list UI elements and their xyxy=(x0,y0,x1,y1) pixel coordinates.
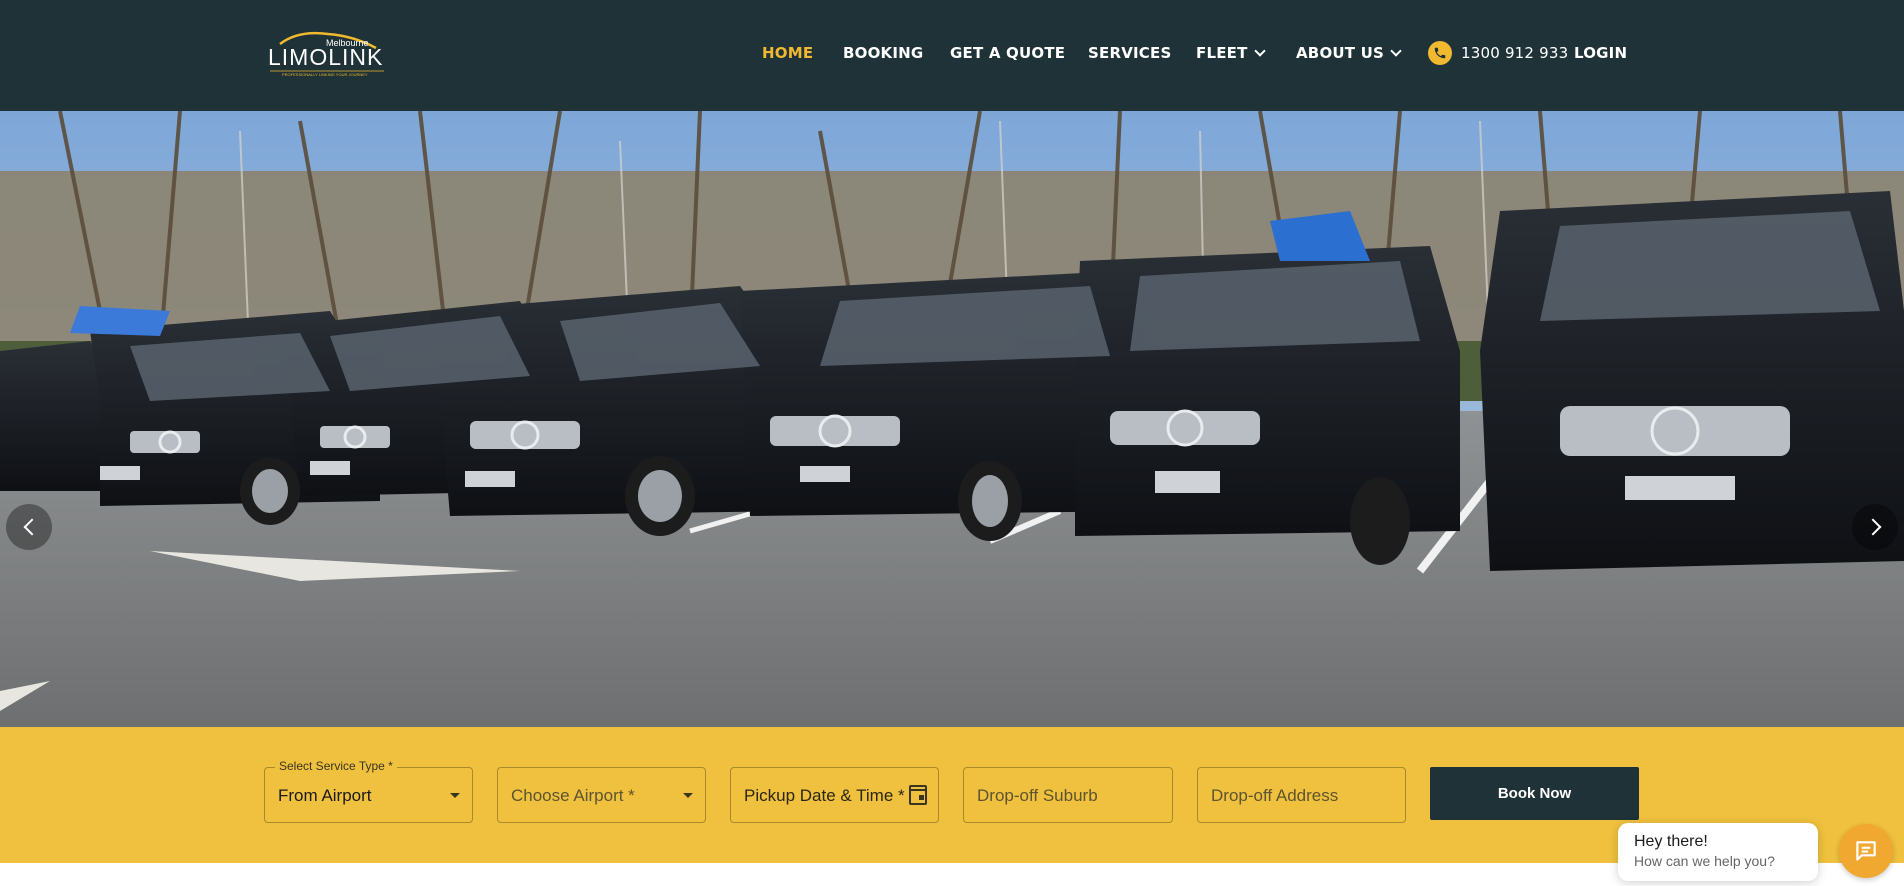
pickup-datetime-field[interactable]: Pickup Date & Time * xyxy=(730,767,939,823)
nav-get-a-quote[interactable]: GET A QUOTE xyxy=(950,44,1065,62)
nav-fleet-label: FLEET xyxy=(1196,44,1248,62)
phone-icon[interactable] xyxy=(1428,41,1452,65)
nav-login-label: LOGIN xyxy=(1574,44,1628,62)
chat-launcher-button[interactable] xyxy=(1839,824,1893,878)
airport-select[interactable]: Choose Airport * xyxy=(497,767,706,823)
nav-login[interactable]: LOGIN xyxy=(1574,44,1627,62)
carousel-prev-button[interactable] xyxy=(6,504,52,550)
dropdown-caret-icon xyxy=(683,793,693,798)
carousel-next-button[interactable] xyxy=(1852,504,1898,550)
dropoff-address-field[interactable]: Drop-off Address xyxy=(1197,767,1406,823)
nav-home-label: HOME xyxy=(762,44,814,62)
nav-about-label: ABOUT US xyxy=(1296,44,1385,62)
site-logo[interactable]: Melbourne LIMOLINK PROFESSIONALLY LINKIN… xyxy=(268,28,388,80)
nav-fleet[interactable]: FLEET xyxy=(1196,44,1266,62)
dropdown-caret-icon xyxy=(450,793,460,798)
service-type-select[interactable]: Select Service Type * From Airport xyxy=(264,759,473,823)
hero-carousel xyxy=(0,111,1904,727)
calendar-icon[interactable] xyxy=(909,785,927,805)
nav-booking[interactable]: BOOKING xyxy=(843,44,923,62)
logo-main-text: LIMOLINK xyxy=(268,44,383,70)
nav-about-us[interactable]: ABOUT US xyxy=(1296,44,1402,62)
chevron-left-icon xyxy=(23,518,40,536)
chat-greeting-title: Hey there! xyxy=(1634,833,1708,850)
chevron-right-icon xyxy=(1864,518,1881,536)
hero-image xyxy=(0,111,1904,727)
dropoff-suburb-placeholder: Drop-off Suburb xyxy=(977,786,1098,805)
nav-phone-number[interactable]: 1300 912 933 xyxy=(1461,44,1568,62)
chat-greeting-subtitle: How can we help you? xyxy=(1634,853,1775,869)
nav-quote-label: GET A QUOTE xyxy=(950,44,1066,62)
book-now-button[interactable]: Book Now xyxy=(1430,767,1639,820)
nav-home[interactable]: HOME xyxy=(762,44,813,62)
service-type-value: From Airport xyxy=(278,786,372,805)
logo-tagline: PROFESSIONALLY LINKING YOUR JOURNEY xyxy=(282,72,368,77)
service-type-label: Select Service Type * xyxy=(275,759,397,773)
nav-services-label: SERVICES xyxy=(1088,44,1172,62)
nav-booking-label: BOOKING xyxy=(843,44,924,62)
chat-icon xyxy=(1856,841,1876,861)
dropoff-address-placeholder: Drop-off Address xyxy=(1211,786,1339,805)
chat-greeting-bubble[interactable]: Hey there! How can we help you? xyxy=(1618,823,1818,881)
phone-number-label: 1300 912 933 xyxy=(1461,44,1569,62)
dropoff-suburb-field[interactable]: Drop-off Suburb xyxy=(963,767,1173,823)
chevron-down-icon xyxy=(1390,44,1402,57)
nav-services[interactable]: SERVICES xyxy=(1088,44,1171,62)
site-header: Melbourne LIMOLINK PROFESSIONALLY LINKIN… xyxy=(0,0,1904,111)
airport-placeholder: Choose Airport * xyxy=(511,786,635,805)
pickup-datetime-placeholder: Pickup Date & Time * xyxy=(744,786,905,805)
chevron-down-icon xyxy=(1253,44,1266,57)
